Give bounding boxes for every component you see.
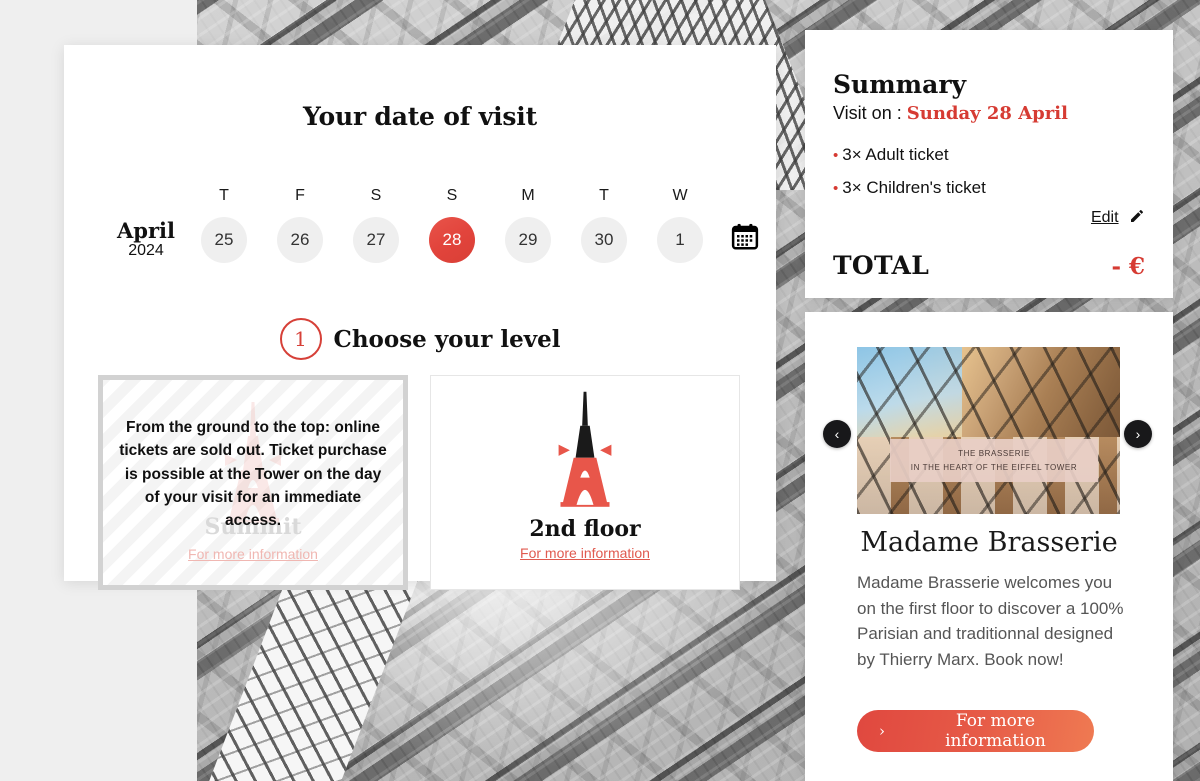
total-value: - € (1111, 253, 1145, 281)
day-number[interactable]: 28 (429, 217, 475, 263)
promo-title: Madame Brasserie (860, 527, 1118, 558)
promo-image-glass-frame (857, 347, 1120, 514)
sold-out-message: From the ground to the top: online ticke… (119, 419, 387, 529)
carousel-next-button[interactable]: › (1124, 420, 1152, 448)
calendar-day-26[interactable]: F 26 (262, 185, 338, 263)
edit-label: Edit (1090, 209, 1119, 227)
calendar-day-1[interactable]: W 1 (642, 185, 718, 263)
promo-caption-line-1: THE BRASSERIE (958, 449, 1030, 458)
day-number[interactable]: 29 (505, 217, 551, 263)
promo-caption-line-2: IN THE HEART OF THE EIFFEL TOWER (910, 462, 1078, 472)
calendar-days: T 25 F 26 S 27 S 28 M 29 T 30 W 1 (186, 185, 718, 263)
day-number[interactable]: 30 (581, 217, 627, 263)
total-label: TOTAL (833, 251, 930, 281)
day-of-week-label: S (370, 187, 382, 204)
step-number-badge: 1 (279, 318, 322, 360)
level-ghost-link[interactable]: For more information (103, 546, 403, 562)
bullet-icon: • (833, 180, 839, 198)
pencil-icon (1129, 208, 1145, 229)
day-of-week-label: T (599, 187, 609, 204)
ticket-list: • 3× Adult ticket • 3× Children's ticket (833, 138, 1145, 204)
calendar-day-28-selected[interactable]: S 28 (414, 185, 490, 263)
total-row: TOTAL - € (833, 251, 1145, 280)
calendar-month: April (117, 218, 175, 243)
level-name: 2nd floor (529, 516, 641, 542)
summary-panel: Summary Visit on : Sunday 28 April • 3× A… (805, 30, 1173, 298)
step-title: Choose your level (333, 325, 561, 353)
level-more-info-link[interactable]: For more information (431, 545, 739, 561)
eiffel-tower-icon-wrap (431, 388, 739, 520)
calendar-icon (731, 223, 759, 250)
day-number[interactable]: 27 (353, 217, 399, 263)
calendar-day-30[interactable]: T 30 (566, 185, 642, 263)
day-number[interactable]: 26 (277, 217, 323, 263)
promo-description: Madame Brasserie welcomes you on the fir… (857, 573, 1124, 669)
ticket-text: 3× Adult ticket (842, 145, 949, 164)
calendar-day-27[interactable]: S 27 (338, 185, 414, 263)
promo-panel: THE BRASSERIE IN THE HEART OF THE EIFFEL… (805, 312, 1173, 781)
ticket-text: 3× Children's ticket (842, 178, 986, 198)
visit-label: Visit on : (833, 103, 902, 123)
level-card-summit[interactable]: Summit For more information From the gro… (98, 375, 408, 590)
day-of-week-label: T (219, 187, 229, 204)
edit-link[interactable]: Edit (833, 208, 1145, 229)
calendar-year: 2024 (128, 242, 164, 260)
level-card-2nd-floor[interactable]: 2nd floor For more information (430, 375, 740, 590)
day-number[interactable]: 25 (201, 217, 247, 263)
ticket-line-children: • 3× Children's ticket (833, 171, 1145, 204)
day-number[interactable]: 1 (657, 217, 703, 263)
chevron-left-icon: ‹ (834, 426, 840, 442)
visit-date-line: Visit on : Sunday 28 April (833, 103, 1145, 124)
calendar-day-29[interactable]: M 29 (490, 185, 566, 263)
date-picker: April 2024 T 25 F 26 S 27 S 28 M 29 T 30… (64, 185, 776, 263)
level-options: Summit For more information From the gro… (64, 375, 810, 590)
day-of-week-label: W (672, 187, 688, 204)
chevron-right-icon: › (1135, 426, 1141, 442)
chevron-right-icon: › (879, 722, 885, 740)
calendar-day-25[interactable]: T 25 (186, 185, 262, 263)
day-of-week-label: M (521, 187, 535, 204)
eiffel-tower-icon (558, 391, 612, 507)
promo-button-label: For more information (945, 711, 1046, 751)
promo-more-info-button[interactable]: › For more information (857, 710, 1094, 752)
bullet-icon: • (833, 147, 839, 164)
visit-date-value: Sunday 28 April (906, 103, 1068, 124)
ticket-line-adult: • 3× Adult ticket (833, 138, 1145, 171)
summary-heading: Summary (833, 70, 967, 99)
carousel-prev-button[interactable]: ‹ (823, 420, 851, 448)
page-title: Your date of visit (303, 102, 537, 131)
calendar-month-label: April 2024 (106, 185, 186, 260)
day-of-week-label: F (295, 187, 305, 204)
day-of-week-label: S (446, 187, 458, 204)
promo-image: THE BRASSERIE IN THE HEART OF THE EIFFEL… (857, 347, 1120, 514)
promo-image-caption: THE BRASSERIE IN THE HEART OF THE EIFFEL… (890, 439, 1098, 483)
calendar-icon-button[interactable] (718, 185, 760, 257)
booking-card: Your date of visit April 2024 T 25 F 26 … (64, 45, 776, 590)
step-heading: 1 Choose your level (64, 318, 776, 360)
